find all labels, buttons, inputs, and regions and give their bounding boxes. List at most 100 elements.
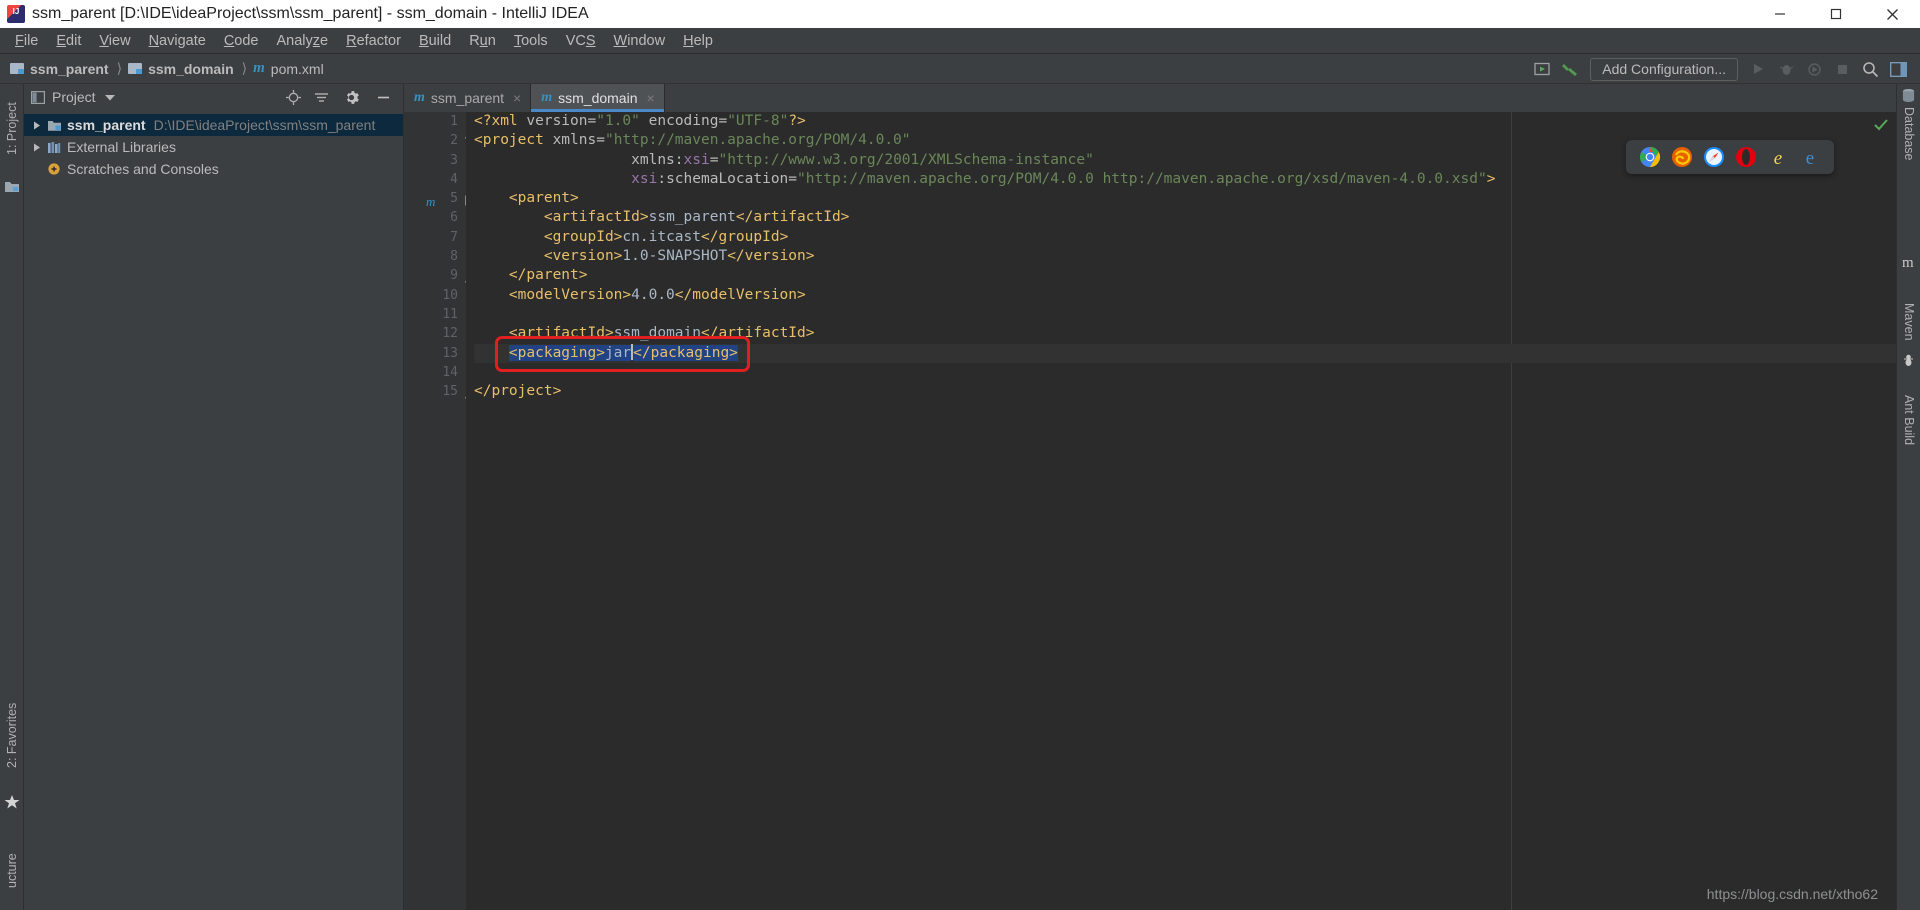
tool-window-button-structure[interactable]: ucture	[0, 832, 24, 910]
code-line[interactable]: <groupId>cn.itcast</groupId>	[474, 228, 1896, 247]
code-token: "1.0"	[596, 113, 640, 129]
code-token: ?>	[788, 113, 806, 129]
tool-window-button-project[interactable]: 1: Project	[0, 90, 24, 168]
edge-icon[interactable]: e	[1799, 146, 1821, 169]
code-line[interactable]: <artifactId>ssm_parent</artifactId>	[474, 208, 1896, 227]
project-header-title: Project	[52, 89, 96, 105]
menu-analyze[interactable]: Analyze	[268, 31, 338, 51]
close-button[interactable]	[1864, 0, 1920, 28]
menu-refactor[interactable]: Refactor	[337, 31, 410, 51]
project-tree: ssm_parent D:\IDE\ideaProject\ssm\ssm_pa…	[24, 110, 403, 180]
scratches-icon	[46, 161, 62, 177]
tab-ssm-parent[interactable]: m ssm_parent ×	[404, 84, 532, 112]
menu-build[interactable]: Build	[410, 31, 460, 51]
run-coverage-icon[interactable]	[1801, 56, 1827, 82]
gutter-line-number: 6	[450, 210, 458, 226]
code-line[interactable]: <artifactId>ssm_domain</artifactId>	[474, 324, 1896, 343]
code-token: </artifactId>	[735, 209, 850, 226]
code-line[interactable]: </parent>	[474, 266, 1896, 285]
search-everywhere-icon[interactable]	[1857, 56, 1883, 82]
breadcrumb-separator: ⟩	[241, 60, 248, 76]
expand-arrow-icon[interactable]	[30, 140, 44, 154]
close-icon[interactable]: ×	[513, 91, 521, 105]
tree-row-scratches-and-consoles[interactable]: Scratches and Consoles	[24, 158, 403, 180]
run-icon[interactable]	[1745, 56, 1771, 82]
chevron-down-icon[interactable]	[102, 89, 118, 105]
code-line[interactable]: <modelVersion>4.0.0</modelVersion>	[474, 286, 1896, 305]
opera-icon[interactable]	[1735, 146, 1757, 168]
folder-strip-icon[interactable]	[4, 180, 20, 196]
menu-window[interactable]: Window	[605, 31, 675, 51]
close-icon[interactable]: ×	[647, 91, 655, 105]
tool-window-button-favorites[interactable]: 2: Favorites	[0, 680, 24, 790]
code-token: </parent>	[508, 267, 588, 284]
internet-explorer-icon[interactable]: e	[1767, 146, 1789, 169]
tool-window-button-ant-build[interactable]: Ant Build	[1897, 374, 1920, 466]
chrome-icon[interactable]	[1639, 146, 1661, 168]
breadcrumb-label: ssm_parent	[30, 60, 109, 77]
title-bar: ssm_parent [D:\IDE\ideaProject\ssm\ssm_p…	[0, 0, 1920, 28]
menu-file[interactable]: File	[6, 31, 47, 51]
window-title: ssm_parent [D:\IDE\ideaProject\ssm\ssm_p…	[32, 5, 589, 22]
expand-arrow-icon[interactable]	[30, 118, 44, 132]
firefox-icon[interactable]	[1671, 146, 1693, 168]
locate-icon[interactable]	[285, 89, 301, 105]
code-token: "http://www.w3.org/2001/XMLSchema-instan…	[718, 151, 1094, 168]
star-icon[interactable]	[4, 794, 20, 810]
tree-row-ssm-parent[interactable]: ssm_parent D:\IDE\ideaProject\ssm\ssm_pa…	[24, 114, 403, 136]
hide-icon[interactable]	[375, 89, 391, 105]
inspection-ok-icon[interactable]	[1874, 118, 1888, 132]
tool-window-button-maven[interactable]: Maven	[1897, 284, 1920, 360]
preview-icon[interactable]	[1529, 56, 1555, 82]
menu-help[interactable]: Help	[674, 31, 722, 51]
code-line[interactable]: <parent>	[474, 189, 1896, 208]
add-configuration-button[interactable]: Add Configuration...	[1590, 57, 1738, 81]
folder-icon	[10, 63, 24, 74]
layout-icon[interactable]	[1885, 56, 1911, 82]
menu-view[interactable]: View	[90, 31, 139, 51]
code-token: </version>	[727, 248, 815, 265]
minimize-button[interactable]	[1752, 0, 1808, 28]
tool-window-button-database[interactable]: Database	[1897, 88, 1920, 180]
right-tool-strip: Database m Maven Ant Build	[1896, 84, 1920, 910]
collapse-all-icon[interactable]	[313, 89, 329, 105]
tree-label: External Libraries	[67, 139, 176, 155]
code-token: :schemaLocation=	[657, 170, 798, 187]
code-viewport[interactable]: <?xml version="1.0" encoding="UTF-8"?> <p…	[466, 112, 1896, 910]
code-token: <packaging>	[508, 344, 605, 361]
menu-code[interactable]: Code	[215, 31, 268, 51]
code-line[interactable]: </project>	[474, 382, 1896, 401]
menu-vcs[interactable]: VCS	[557, 31, 605, 51]
breadcrumb-pom-xml[interactable]: m pom.xml	[253, 60, 324, 77]
code-token: <artifactId>	[543, 209, 649, 226]
breadcrumb-label: pom.xml	[270, 60, 324, 77]
menu-tools[interactable]: Tools	[505, 31, 557, 51]
gutter-line-number: 15	[404, 382, 477, 401]
settings-gear-icon[interactable]	[343, 89, 359, 105]
breadcrumb-label: ssm_domain	[148, 60, 234, 77]
code-line[interactable]: <?xml version="1.0" encoding="UTF-8"?>	[474, 112, 1896, 131]
tree-row-external-libraries[interactable]: External Libraries	[24, 136, 403, 158]
intellij-idea-icon	[7, 5, 25, 23]
menu-edit[interactable]: Edit	[47, 31, 90, 51]
left-tool-strip: 1: Project 2: Favorites ucture	[0, 84, 24, 910]
editor-gutter[interactable]: 1 2 3 4 5 m 6 7 8 9 10 11 12 13 14 15	[404, 112, 477, 910]
hammer-build-icon[interactable]	[1557, 56, 1583, 82]
safari-icon[interactable]	[1703, 146, 1725, 168]
debug-icon[interactable]	[1773, 56, 1799, 82]
stop-icon[interactable]	[1829, 56, 1855, 82]
code-line[interactable]: <version>1.0-SNAPSHOT</version>	[474, 247, 1896, 266]
breadcrumb-ssm-domain[interactable]: ssm_domain	[128, 61, 234, 77]
maximize-button[interactable]	[1808, 0, 1864, 28]
menu-navigate[interactable]: Navigate	[140, 31, 215, 51]
breadcrumb-ssm-parent[interactable]: ssm_parent	[10, 61, 109, 77]
code-line[interactable]: <packaging>jar </packaging>	[474, 343, 1896, 363]
gutter-line-number: 14	[442, 364, 458, 380]
code-line[interactable]	[474, 363, 1896, 382]
menu-run[interactable]: Run	[460, 31, 505, 51]
editor-tab-bar: m ssm_parent × m ssm_domain ×	[404, 84, 1896, 112]
code-token: <groupId>	[543, 228, 623, 245]
tab-ssm-domain[interactable]: m ssm_domain ×	[531, 84, 665, 112]
code-line[interactable]	[474, 305, 1896, 324]
code-token: xsi	[631, 170, 658, 187]
